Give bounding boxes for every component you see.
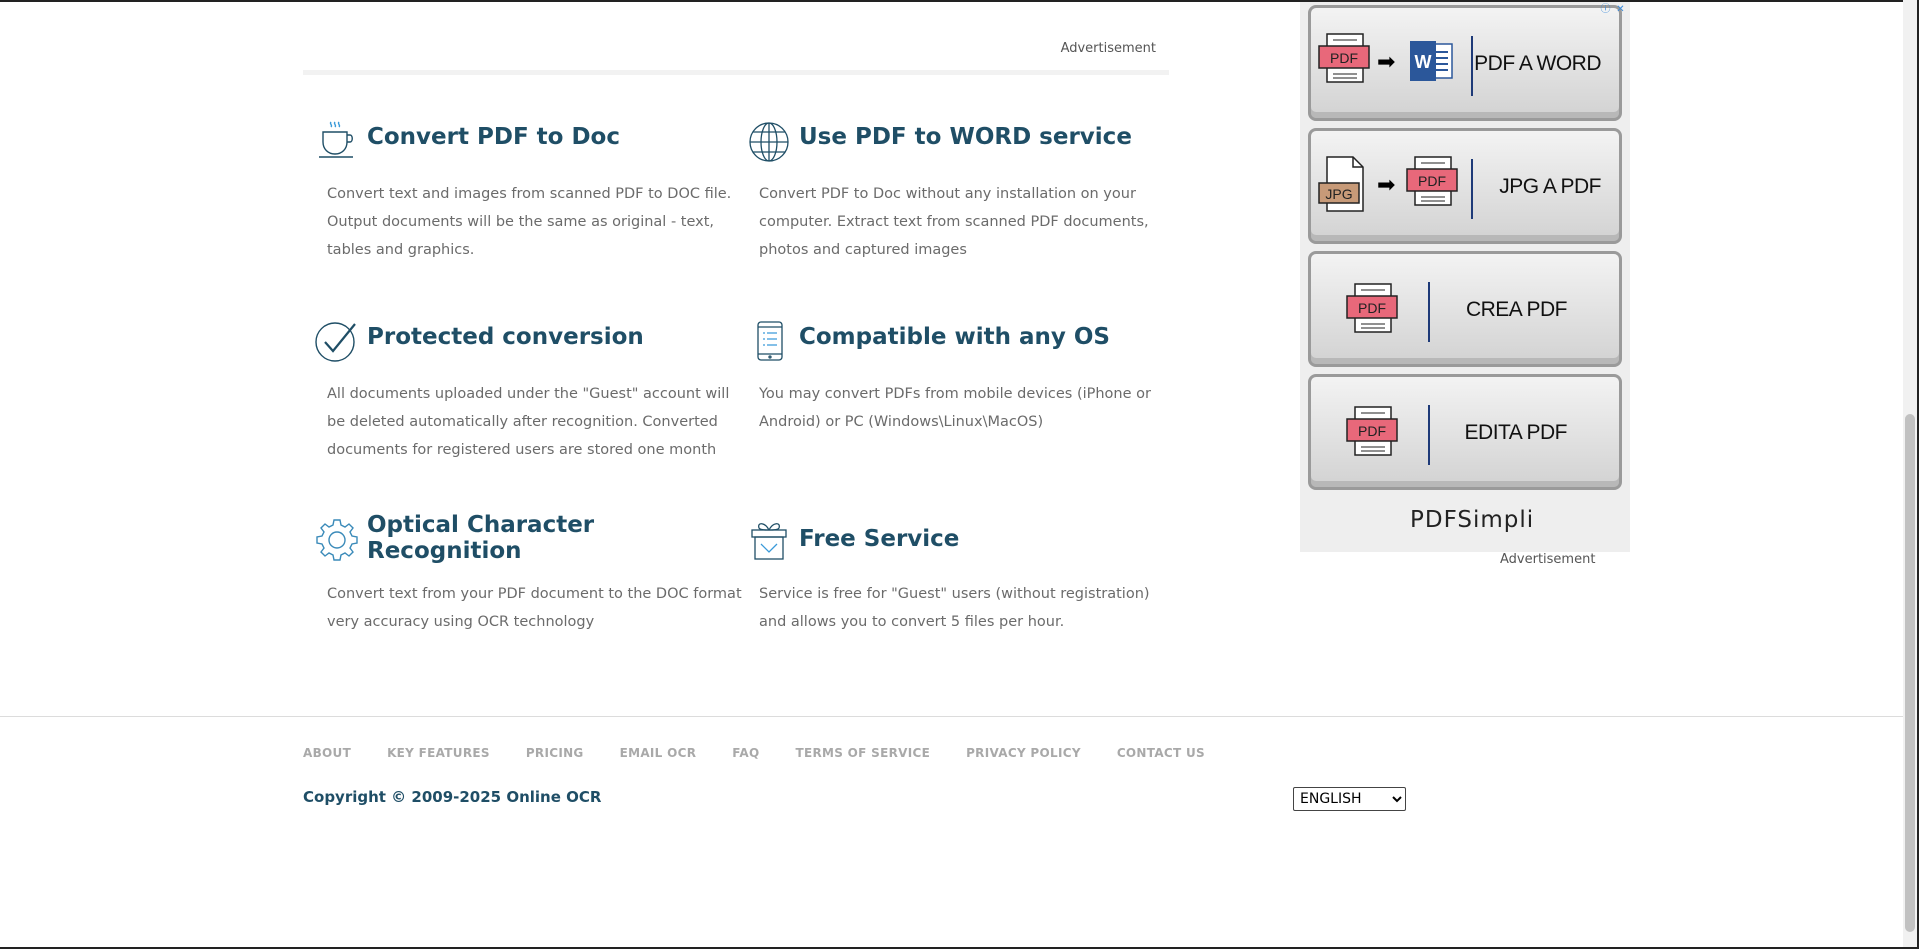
ad-panel[interactable]: PDF ➡ W PDF A WORD JPG ➡ PDF JPG A PDF P…: [1300, 2, 1630, 552]
copyright: Copyright © 2009-2025 Online OCR: [303, 788, 602, 806]
feature-compatible-os: Compatible with any OS You may convert P…: [747, 320, 1167, 470]
globe-icon: [747, 120, 791, 164]
gift-icon: [747, 518, 791, 562]
ad-button-label: JPG A PDF: [1499, 175, 1601, 198]
feature-description: Convert text and images from scanned PDF…: [327, 186, 732, 258]
arrow-right-icon: ➡: [1377, 173, 1396, 198]
info-icon[interactable]: ⓘ: [1599, 3, 1612, 16]
gear-icon: [315, 518, 359, 562]
feature-description: Convert PDF to Doc without any installat…: [759, 186, 1149, 258]
footer-divider: [0, 716, 1903, 717]
scrollbar[interactable]: [1903, 0, 1917, 947]
feature-title: Use PDF to WORD service: [799, 124, 1132, 150]
feature-ocr: Optical Character Recognition Convert tex…: [315, 512, 742, 642]
ad-button-pdf-a-word[interactable]: PDF ➡ W PDF A WORD: [1308, 5, 1622, 121]
pdf-document-icon: PDF: [1405, 155, 1461, 215]
pdf-document-icon: PDF: [1345, 282, 1401, 342]
feature-description: You may convert PDFs from mobile devices…: [759, 386, 1151, 430]
jpg-document-icon: JPG: [1317, 155, 1373, 219]
scrollbar-thumb[interactable]: [1905, 414, 1915, 932]
pdf-document-icon: PDF: [1317, 32, 1373, 92]
footer-link-about[interactable]: ABOUT: [303, 746, 351, 760]
footer-link-privacy[interactable]: PRIVACY POLICY: [966, 746, 1081, 760]
footer-link-key-features[interactable]: KEY FEATURES: [387, 746, 490, 760]
footer-nav: ABOUT KEY FEATURES PRICING EMAIL OCR FAQ…: [303, 746, 1241, 760]
feature-title: Compatible with any OS: [799, 324, 1110, 350]
ad-button-edita-pdf[interactable]: PDF EDITA PDF: [1308, 374, 1622, 490]
ad-button-jpg-a-pdf[interactable]: JPG ➡ PDF JPG A PDF: [1308, 128, 1622, 244]
svg-text:JPG: JPG: [1325, 186, 1352, 202]
ad-button-label: PDF A WORD: [1474, 52, 1601, 75]
ad-button-label: EDITA PDF: [1464, 421, 1568, 444]
footer-link-faq[interactable]: FAQ: [732, 746, 759, 760]
ad-button-crea-pdf[interactable]: PDF CREA PDF: [1308, 251, 1622, 367]
feature-convert-pdf-to-doc: Convert PDF to Doc Convert text and imag…: [315, 120, 735, 270]
word-icon: W: [1408, 38, 1454, 88]
advertisement-label: Advertisement: [1060, 41, 1156, 56]
ad-brand: PDFSimpli: [1410, 507, 1535, 533]
svg-text:PDF: PDF: [1330, 50, 1358, 66]
feature-title: Convert PDF to Doc: [367, 124, 620, 150]
feature-free-service: Free Service Service is free for "Guest"…: [747, 518, 1167, 648]
footer-link-terms[interactable]: TERMS OF SERVICE: [795, 746, 930, 760]
section-divider: [303, 70, 1169, 75]
footer-link-email-ocr[interactable]: EMAIL OCR: [620, 746, 697, 760]
tablet-icon: [747, 320, 791, 364]
footer-link-contact[interactable]: CONTACT US: [1117, 746, 1205, 760]
feature-title: Optical Character Recognition: [367, 512, 595, 564]
feature-pdf-to-word-service: Use PDF to WORD service Convert PDF to D…: [747, 120, 1167, 270]
close-icon[interactable]: ✕: [1614, 3, 1627, 16]
footer-link-pricing[interactable]: PRICING: [526, 746, 584, 760]
advertisement-label: Advertisement: [1500, 552, 1596, 567]
feature-description: Convert text from your PDF document to t…: [327, 586, 742, 630]
coffee-cup-icon: [315, 120, 359, 164]
ad-choices[interactable]: ⓘ ✕: [1599, 3, 1629, 17]
feature-description: All documents uploaded under the "Guest"…: [327, 386, 730, 458]
svg-text:W: W: [1415, 52, 1432, 72]
language-select[interactable]: ENGLISH: [1293, 787, 1406, 811]
feature-description: Service is free for "Guest" users (witho…: [759, 586, 1150, 630]
svg-text:PDF: PDF: [1358, 300, 1386, 316]
arrow-right-icon: ➡: [1377, 50, 1396, 75]
feature-protected-conversion: Protected conversion All documents uploa…: [315, 320, 735, 470]
feature-title: Protected conversion: [367, 324, 644, 350]
feature-title: Free Service: [799, 526, 960, 552]
checkmark-circle-icon: [315, 320, 359, 364]
pdf-document-icon: PDF: [1345, 405, 1401, 465]
svg-text:PDF: PDF: [1418, 173, 1446, 189]
ad-button-label: CREA PDF: [1465, 298, 1568, 321]
svg-text:PDF: PDF: [1358, 423, 1386, 439]
